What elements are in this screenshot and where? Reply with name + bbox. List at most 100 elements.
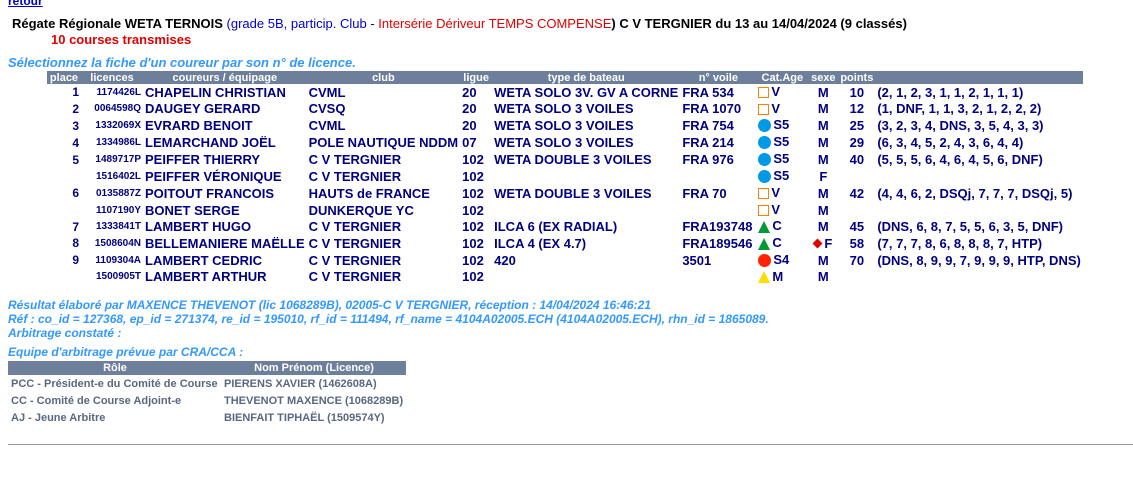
licence-link[interactable]: 1174426L [81, 84, 143, 101]
table-row: 6 0135887Z POITOUT FRANCOIS HAUTS de FRANCE… [47, 185, 1083, 202]
officials-table: Rôle Nom Prénom (Licence) PCC - Présiden… [8, 361, 407, 426]
sail-number-cell: FRA 754 [682, 118, 734, 134]
sex-cell: M [808, 218, 838, 235]
col-sex: sexe [808, 71, 839, 84]
club-cell: C V TERGNIER [308, 235, 402, 251]
club-cell: C V TERGNIER [308, 252, 402, 268]
col-licences: licences [81, 71, 143, 84]
club-cell: C V TERGNIER [308, 269, 402, 285]
sail-number-cell [680, 269, 756, 286]
sex-cell: M [808, 202, 838, 219]
age-category-cell: M [756, 269, 808, 286]
veteran-square-icon [758, 87, 770, 99]
ligue-cell: 102 [462, 269, 484, 285]
licence-link[interactable]: 1333841T [81, 218, 143, 235]
licence-link[interactable]: 1508604N [81, 235, 143, 252]
result-author: Résultat élaboré par MAXENCE THEVENOT (l… [8, 298, 651, 312]
sex-cell: F [808, 235, 838, 252]
age-category-cell: S5 [756, 151, 808, 168]
sail-number-cell: 3501 [682, 252, 712, 268]
place-cell: 9 [72, 253, 79, 268]
age-label: S5 [773, 134, 790, 150]
crew-name: LEMARCHAND JOËL [145, 135, 276, 151]
licence-link[interactable]: 1109304A [81, 252, 143, 269]
age-label: C [772, 218, 782, 234]
cadet-triangle-icon [758, 220, 771, 233]
ligue-cell: 102 [462, 152, 484, 168]
senior-dot-icon [758, 170, 772, 184]
sex-cell: M [808, 134, 838, 151]
crew-name: EVRARD BENOIT [145, 118, 253, 134]
ligue-cell: 102 [462, 202, 484, 218]
official-role: CC - Comité de Course Adjoint-e [11, 394, 182, 407]
event-series: Intersérie Dériveur TEMPS COMPENSE [378, 16, 612, 31]
official-name: BIENFAIT TIPHAËL (1509574Y) [224, 411, 385, 424]
crew-name: LAMBERT ARTHUR [145, 269, 267, 285]
licence-link[interactable]: 1489717P [81, 151, 143, 168]
place-cell [47, 168, 81, 185]
boat-type-cell: WETA DOUBLE 3 VOILES [494, 185, 652, 201]
divider [8, 444, 1133, 445]
senior-red-dot-icon [758, 253, 772, 267]
club-cell: CVSQ [308, 101, 346, 117]
points-cell: 40 [849, 152, 865, 168]
event-grade: (grade 5B, particip. Club - [222, 16, 379, 31]
crew-name: BELLEMANIERE MAËLLE [145, 235, 305, 251]
age-category: M [758, 269, 783, 284]
licence-link[interactable]: 1107190Y [81, 202, 143, 219]
sex-cell: M [808, 252, 838, 269]
place-cell: 5 [72, 152, 79, 167]
licence-link[interactable]: 0135887Z [81, 185, 143, 202]
results-table: place licences coureurs / équipage club … [47, 71, 1083, 285]
age-category: V [758, 185, 780, 200]
points-cell: 29 [849, 135, 865, 151]
sex-label: F [824, 235, 833, 251]
age-label: M [772, 268, 784, 284]
points-detail-cell: (3, 2, 3, 4, DNS, 3, 5, 4, 3, 3) [877, 118, 1044, 134]
licence-link[interactable]: 1500905T [81, 269, 143, 286]
sex-label: M [817, 84, 829, 100]
age-category: S5 [758, 168, 789, 184]
select-hint: Sélectionnez la fiche d'un coureur par s… [8, 55, 356, 70]
age-category: S5 [758, 134, 790, 150]
age-category-cell: V [756, 101, 808, 118]
back-link[interactable]: retour [8, 0, 43, 8]
age-label: C [772, 235, 782, 251]
licence-link[interactable]: 0064598Q [81, 101, 143, 118]
veteran-square-icon [758, 103, 770, 115]
minime-triangle-icon [758, 271, 771, 284]
official-row: PCC - Président-e du Comité de Course PIE… [8, 375, 406, 392]
age-category-cell: S5 [756, 168, 808, 185]
points-cell [838, 202, 875, 219]
sail-number-cell: FRA193748 [682, 219, 753, 235]
place-cell [47, 202, 81, 219]
points-detail-cell: (DNS, 6, 8, 7, 5, 5, 6, 3, 5, DNF) [877, 219, 1064, 235]
sex-cell: M [808, 84, 838, 101]
sex-label: M [817, 219, 829, 235]
table-row: 7 1333841T LAMBERT HUGO C V TERGNIER 102 ILCA… [47, 218, 1083, 235]
age-label: V [771, 84, 780, 100]
boat-type-cell: ILCA 6 (EX RADIAL) [494, 219, 618, 235]
licence-link[interactable]: 1334986L [81, 134, 143, 151]
ligue-cell: 102 [462, 219, 484, 235]
club-cell: C V TERGNIER [308, 219, 402, 235]
boat-type-cell: ILCA 4 (EX 4.7) [494, 235, 587, 251]
col-club: club [306, 71, 461, 84]
age-label: S5 [773, 117, 790, 133]
licence-link[interactable]: 1516402L [81, 168, 143, 185]
table-row: 2 0064598Q DAUGEY GERARD CVSQ 20 WETA SOLO 3 … [47, 101, 1083, 118]
table-row: 4 1334986L LEMARCHAND JOËL POLE NAUTIQUE ND… [47, 134, 1083, 151]
licence-link[interactable]: 1332069X [81, 117, 143, 134]
results-header-row: place licences coureurs / équipage club … [47, 71, 1083, 84]
points-cell [838, 269, 875, 286]
crew-name: POITOUT FRANCOIS [145, 185, 275, 201]
ligue-cell: 20 [462, 84, 477, 100]
ligue-cell: 102 [462, 235, 484, 251]
result-reference: Réf : co_id = 127368, ep_id = 271374, re… [8, 312, 769, 326]
club-cell: CVML [308, 118, 346, 134]
points-cell: 42 [849, 185, 865, 201]
crew-name: BONET SERGE [145, 202, 240, 218]
points-detail-cell: (2, 1, 2, 3, 1, 1, 2, 1, 1, 1) [877, 84, 1024, 100]
veteran-square-icon [758, 188, 770, 200]
points-cell: 10 [849, 84, 865, 100]
